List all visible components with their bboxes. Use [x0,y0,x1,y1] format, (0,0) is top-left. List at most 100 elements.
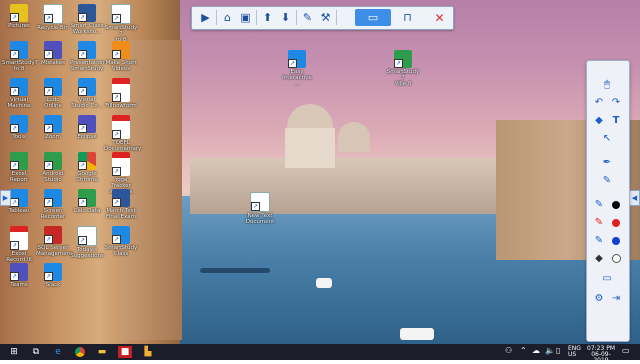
app-icon: ↗ [10,115,28,133]
pen-black-icon[interactable]: ✎ [591,197,607,212]
mouse-icon[interactable]: 🖱 [599,77,615,92]
desktop-icon[interactable]: ↗ Teams [2,263,36,288]
toolbox-icon[interactable]: ✎ [299,9,316,26]
desktop-icon[interactable]: ↗ Ludo Online [36,78,70,109]
desktop-icon-label: Excel Report [9,171,29,183]
desktop-icon[interactable]: ↗ Android Studio [36,152,70,183]
play-icon[interactable]: ▶ [197,9,214,26]
color-red-swatch[interactable] [608,215,624,230]
shortcut-arrow-icon: ↗ [10,124,19,133]
app-icon: ↗ [78,115,96,133]
battery-icon[interactable]: ▯ [556,347,560,355]
desktop-icon[interactable]: ↗ Excel Report [2,152,36,183]
shortcut-arrow-icon: ↗ [10,241,19,250]
desktop-icon[interactable]: ↗ Mistakes [36,41,70,66]
tray-chevron-icon[interactable]: ⌃ [520,347,527,355]
desktop-icon[interactable]: ↗ Fillnowform [104,78,138,109]
desktop-icon-label: Pictures [8,23,30,29]
select-pointer-icon[interactable]: ↖ [599,131,615,146]
wallpaper-church [285,128,335,168]
network-icon[interactable]: ☁ [532,347,540,355]
color-blue-swatch[interactable] [608,233,624,248]
notification-icon[interactable]: ▭ [622,347,630,355]
task-view-icon[interactable]: ⧉ [30,346,42,358]
save-icon[interactable]: ▣ [237,9,254,26]
desktop-icon[interactable]: ↗ Tools [2,115,36,140]
desktop-icon[interactable]: ↗ TOEFL Documentary [104,115,141,152]
eraser-icon[interactable]: ◆ [591,251,607,266]
desktop-icon[interactable]: ↗ Recycle Bin [36,4,70,31]
smartstudy-icon[interactable]: ▙ [142,346,154,358]
start-icon[interactable]: ⊞ [8,346,20,358]
desktop-icon[interactable]: ↗ Google Chrome [70,152,104,183]
color-black-swatch[interactable] [608,197,624,212]
desktop-icon-label: Make Short Videos [105,60,137,72]
desktop-icon[interactable]: ↗ Make Short Videos [104,41,138,72]
desktop-icon[interactable]: ↗ Virtual Machine [2,78,36,109]
shortcut-arrow-icon: ↗ [44,198,53,207]
app-icon: ↗ [44,189,62,207]
screen-capture-icon[interactable]: ▭ [599,271,615,286]
monitor-icon[interactable]: ▭ [355,9,391,26]
highlighter-icon[interactable]: ✎ [599,173,615,188]
recorder-icon[interactable]: ■ [118,346,132,358]
desktop-icon-label: Fillnowform [105,103,137,109]
clock[interactable]: 07:23 PM 06-09-2019 [586,346,616,364]
desktop-icon[interactable]: ↗ SmartStudy7 to 8 [2,41,39,72]
people-icon[interactable]: ⚇ [505,347,512,355]
desktop-icon[interactable]: ↗ SQL Server Management [36,226,72,257]
desktop-icon[interactable]: ↗ SmartStudy Class [104,226,138,257]
app-icon: ↗ [78,189,96,207]
desktop-icon-label: Zoom [45,134,61,140]
desk-icon[interactable]: ⊓ [399,9,416,26]
desktop-icon[interactable]: ↗ Screen Recorder [36,189,70,220]
desktop-icon[interactable]: ↗ Visual Studio Co... [70,78,104,109]
shapes-icon[interactable]: ◆ [591,113,607,128]
desktop-icon[interactable]: ↗ Calc Data [70,189,104,214]
annotation-panel: 🖱 ↶ ↷ ◆ T ↖ ✒ ✎ ✎ ✎ ✎ ◆ ▭ ⚙ ⇥ [586,60,630,342]
vscode-icon: ↗ [78,78,96,96]
exit-icon[interactable]: ⇥ [608,291,624,306]
toolbar-separator [296,10,297,25]
wallpaper-gondola [200,268,270,273]
desktop-icon[interactable]: ↗ Slack [36,263,70,288]
shortcut-arrow-icon: ↗ [112,50,121,59]
right-panel-toggle[interactable]: ◀ [629,190,640,206]
pen-red-icon[interactable]: ✎ [591,215,607,230]
pen-icon[interactable]: ✒ [599,155,615,170]
taskbar: ⊞ ⧉ e ▬ ■ ▙ ⚇ ⌃ ☁ 🔈 ▯ ENG US 07:23 PM 06… [0,344,640,364]
desktop-icon[interactable]: ↗ Smart Class Worksho... [70,4,104,35]
home-icon[interactable]: ⌂ [219,9,236,26]
desktop-icon[interactable]: ↗ Eclipse [70,115,104,140]
desktop-icon[interactable]: ↗ SmartStudy 7 to 8 [104,4,138,43]
shortcut-icon: ↗ [394,50,412,68]
desktop-icon[interactable]: ↗ Presentation SmartStudy [70,41,105,72]
arrow-up-icon[interactable]: ⬆ [259,9,276,26]
tools-icon[interactable]: ⚒ [317,9,334,26]
arrow-down-icon[interactable]: ⬇ [277,9,294,26]
edge-icon[interactable]: e [52,346,64,358]
desktop-icon[interactable]: ↗ Excel Record III [2,226,36,263]
desktop-icon[interactable]: ↗ SmartStudy 7 Ville 8 [386,50,420,87]
language-indicator[interactable]: ENG US [568,346,581,358]
close-icon[interactable]: ✕ [431,9,448,26]
settings-wrench-icon[interactable]: ⚙ [591,291,607,306]
desktop-icon[interactable]: ↗ Pictures [2,4,36,29]
redo-icon[interactable]: ↷ [608,95,624,110]
undo-icon[interactable]: ↶ [591,95,607,110]
desktop-icon[interactable]: ↗ Today's Suggestions [70,226,104,259]
desktop-icon[interactable]: ↗ Easy Interactive ... [280,50,314,87]
pen-blue-icon[interactable]: ✎ [591,233,607,248]
pdf-icon: ↗ [10,226,28,250]
color-white-swatch[interactable] [608,251,624,266]
volume-icon[interactable]: 🔈 [545,347,555,355]
toolbar-separator [216,10,217,25]
desktop-icon[interactable]: ↗ Match Test Final Exam [104,189,138,220]
left-panel-toggle[interactable]: ▶ [0,190,11,206]
chrome-icon[interactable] [74,346,86,358]
desktop-icon[interactable]: ↗ New Text Document [243,192,277,225]
text-tool-icon[interactable]: T [608,113,624,128]
desktop-icon[interactable]: ↗ Zoom [36,115,70,140]
file-explorer-icon[interactable]: ▬ [96,346,108,358]
desktop-icon-label: SmartStudy7 to 8 [2,60,39,72]
